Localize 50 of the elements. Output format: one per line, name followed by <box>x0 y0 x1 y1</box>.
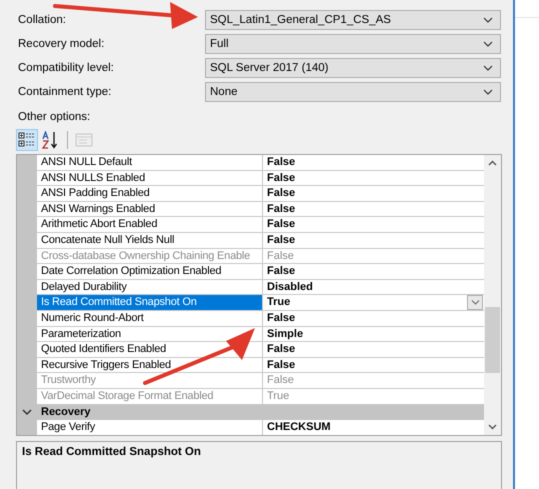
property-value[interactable]: Disabled <box>263 280 484 296</box>
scrollbar-thumb[interactable] <box>485 307 500 373</box>
category-name: Recovery <box>41 406 91 418</box>
property-value[interactable]: False <box>263 264 484 280</box>
field-label: Containment type: <box>17 86 112 98</box>
section-label: Other options: <box>17 111 92 123</box>
property-name[interactable]: Numeric Round-Abort <box>37 310 263 327</box>
chevron-down-icon <box>483 65 493 71</box>
chevron-down-icon <box>483 41 493 47</box>
scrollbar[interactable] <box>484 155 501 435</box>
dropdown-button[interactable] <box>467 295 483 310</box>
property-value[interactable]: Simple <box>263 326 484 342</box>
row-header <box>17 420 37 435</box>
property-name[interactable]: Quoted Identifiers Enabled <box>37 342 263 358</box>
property-value[interactable]: False <box>263 358 484 374</box>
scroll-down-icon[interactable] <box>488 424 497 430</box>
property-value[interactable]: False <box>263 202 484 218</box>
chevron-down-icon <box>483 89 493 95</box>
categorized-button[interactable] <box>16 129 38 151</box>
property-value[interactable]: False <box>263 310 484 327</box>
property-name[interactable]: Delayed Durability <box>37 280 263 296</box>
property-value[interactable]: True <box>263 295 484 311</box>
description-title: Is Read Committed Snapshot On <box>22 446 201 458</box>
scroll-up-icon[interactable] <box>488 160 497 166</box>
property-value[interactable]: False <box>263 342 484 358</box>
chevron-down-icon <box>483 17 493 23</box>
field-label: Collation: <box>17 14 67 26</box>
field-label: Recovery model: <box>17 38 106 50</box>
property-name[interactable]: Is Read Committed Snapshot On <box>37 295 263 311</box>
category-row[interactable]: Recovery <box>17 404 484 420</box>
property-value[interactable]: False <box>263 217 484 233</box>
field-label: Compatibility level: <box>17 62 115 74</box>
property-value[interactable]: False <box>263 232 484 249</box>
property-name[interactable]: ANSI Warnings Enabled <box>37 202 263 218</box>
dropdown[interactable]: None <box>205 82 501 102</box>
property-name[interactable]: ANSI NULLS Enabled <box>37 170 263 186</box>
property-value[interactable]: False <box>263 170 484 186</box>
dropdown[interactable]: SQL_Latin1_General_CP1_CS_AS <box>205 10 501 30</box>
property-name[interactable]: Arithmetic Abort Enabled <box>37 217 263 233</box>
chevron-down-icon <box>470 300 480 306</box>
chevron-icon[interactable] <box>22 407 32 418</box>
property-name[interactable]: ANSI NULL Default <box>37 155 263 171</box>
property-name[interactable]: Concatenate Null Yields Null <box>37 232 263 249</box>
row-header <box>17 155 37 171</box>
dropdown[interactable]: SQL Server 2017 (140) <box>205 58 501 78</box>
property-value[interactable]: False <box>263 155 484 171</box>
property-name[interactable]: Date Correlation Optimization Enabled <box>37 264 263 280</box>
property-name[interactable]: ANSI Padding Enabled <box>37 186 263 202</box>
property-value[interactable]: False <box>263 186 484 202</box>
dropdown[interactable]: Full <box>205 34 501 54</box>
